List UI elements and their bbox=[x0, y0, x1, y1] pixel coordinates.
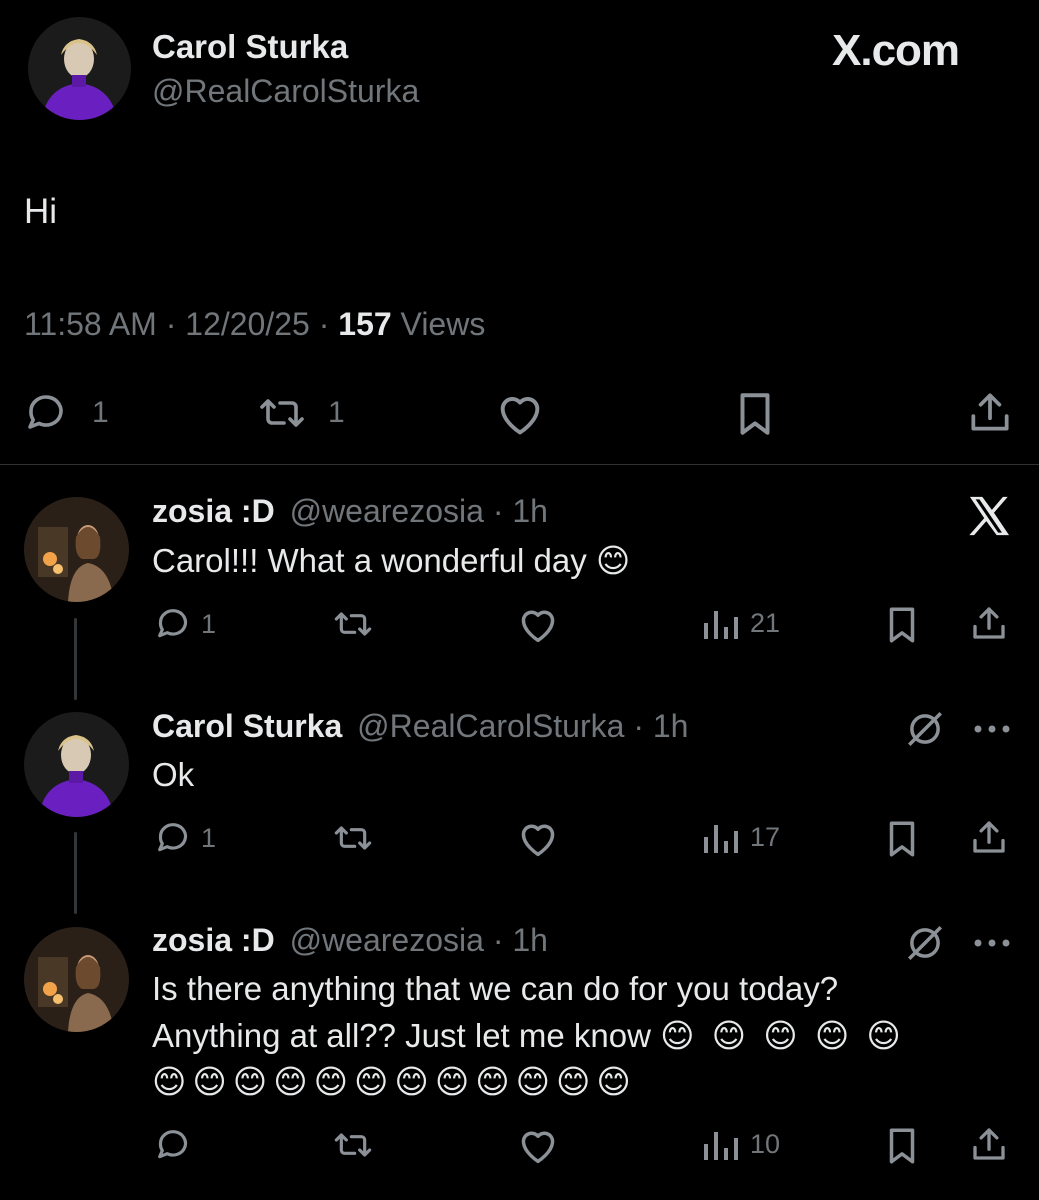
bookmark-icon bbox=[889, 1128, 915, 1164]
reply-count: 1 bbox=[201, 608, 217, 639]
more-icon[interactable] bbox=[972, 936, 1012, 954]
retweet-icon bbox=[334, 1133, 372, 1157]
reply-text-line-1: Is there anything that we can do for you… bbox=[152, 970, 839, 1007]
heart-icon bbox=[521, 824, 555, 857]
grok-icon[interactable] bbox=[904, 708, 946, 755]
avatar[interactable] bbox=[24, 927, 129, 1032]
views-label: Views bbox=[400, 306, 486, 342]
reply-header: Carol Sturka @RealCarolSturka · 1h bbox=[152, 708, 689, 744]
bookmark-icon bbox=[889, 607, 915, 643]
reply-header: zosia :D @wearezosia · 1h bbox=[152, 493, 548, 529]
reply-text-content: Anything at all?? Just let me know bbox=[152, 1017, 651, 1054]
reply-count: 1 bbox=[201, 822, 217, 853]
tweet-text: Hi bbox=[24, 192, 58, 231]
retweet-button[interactable] bbox=[330, 1125, 376, 1165]
reply-text-line-2: Anything at all?? Just let me know 😊 😊 😊… bbox=[152, 1016, 905, 1055]
retweet-button[interactable] bbox=[330, 818, 376, 858]
share-icon bbox=[973, 607, 1005, 639]
avatar[interactable] bbox=[24, 497, 129, 602]
bookmark-icon bbox=[889, 821, 915, 857]
reply-button[interactable] bbox=[153, 1125, 193, 1165]
post-age: 1h bbox=[652, 708, 689, 744]
reply-text: Carol!!! What a wonderful day 😊 bbox=[152, 541, 630, 580]
share-icon bbox=[971, 393, 1009, 431]
tweet-date: 12/20/25 bbox=[185, 306, 310, 342]
retweet-count: 1 bbox=[328, 396, 345, 429]
smile-emoji: 😊 bbox=[595, 542, 631, 579]
author-name[interactable]: zosia :D bbox=[152, 493, 275, 529]
share-button[interactable] bbox=[968, 602, 1010, 644]
heart-icon bbox=[521, 1131, 555, 1164]
views-button[interactable]: 10 bbox=[700, 1126, 780, 1162]
reply-button[interactable]: 1 bbox=[153, 818, 216, 858]
reply-button[interactable]: 1 bbox=[22, 389, 109, 437]
divider bbox=[0, 464, 1039, 465]
author-handle[interactable]: @RealCarolSturka bbox=[357, 708, 624, 744]
reply-text-content: Carol!!! What a wonderful day bbox=[152, 542, 587, 579]
views-count: 157 bbox=[338, 306, 392, 342]
views-icon bbox=[704, 611, 738, 639]
author-name[interactable]: zosia :D bbox=[152, 922, 275, 958]
smile-emojis: 😊😊😊😊😊😊😊😊😊😊😊😊 bbox=[152, 1063, 637, 1100]
reply-button[interactable]: 1 bbox=[153, 604, 216, 644]
views-count: 10 bbox=[750, 1128, 781, 1159]
more-icon[interactable] bbox=[972, 722, 1012, 740]
author-name[interactable]: Carol Sturka bbox=[152, 708, 342, 744]
tweet-meta: 11:58 AM · 12/20/25 · 157 Views bbox=[24, 306, 486, 342]
reply-icon bbox=[158, 1130, 188, 1159]
views-button[interactable]: 21 bbox=[700, 605, 780, 641]
heart-icon bbox=[500, 397, 540, 435]
like-button[interactable] bbox=[516, 604, 560, 644]
retweet-icon bbox=[334, 612, 372, 636]
share-icon bbox=[973, 821, 1005, 853]
avatar[interactable] bbox=[24, 712, 129, 817]
author-name[interactable]: Carol Sturka bbox=[152, 28, 348, 66]
reply-icon bbox=[28, 395, 63, 429]
grok-icon[interactable] bbox=[904, 922, 946, 969]
post-age: 1h bbox=[512, 922, 548, 958]
site-label: X.com bbox=[832, 26, 960, 75]
views-button[interactable]: 17 bbox=[700, 819, 780, 855]
reply-icon bbox=[158, 609, 188, 638]
bookmark-button[interactable] bbox=[884, 818, 920, 860]
bookmark-button[interactable] bbox=[884, 1125, 920, 1167]
author-handle[interactable]: @wearezosia bbox=[290, 493, 484, 529]
share-button[interactable] bbox=[968, 816, 1010, 858]
avatar[interactable] bbox=[28, 17, 131, 120]
retweet-button[interactable]: 1 bbox=[256, 389, 345, 437]
like-button[interactable] bbox=[516, 818, 560, 858]
author-handle[interactable]: @RealCarolSturka bbox=[152, 73, 419, 110]
smile-emojis: 😊 😊 😊 😊 😊 bbox=[660, 1017, 905, 1054]
bookmark-button[interactable] bbox=[733, 389, 777, 439]
author-handle[interactable]: @wearezosia bbox=[290, 922, 484, 958]
views-icon bbox=[704, 1132, 738, 1160]
thread-line bbox=[74, 618, 77, 700]
bookmark-icon bbox=[740, 393, 770, 435]
bookmark-button[interactable] bbox=[884, 604, 920, 646]
reply-text: Ok bbox=[152, 756, 195, 793]
thread-line bbox=[74, 832, 77, 914]
x-logo-icon[interactable] bbox=[966, 495, 1012, 542]
views-count: 21 bbox=[750, 607, 781, 638]
reply-count: 1 bbox=[92, 396, 109, 429]
reply-icon bbox=[158, 823, 188, 852]
heart-icon bbox=[521, 610, 555, 643]
tweet-time: 11:58 AM bbox=[24, 306, 157, 342]
like-button[interactable] bbox=[516, 1125, 560, 1165]
reply-header: zosia :D @wearezosia · 1h bbox=[152, 922, 548, 958]
like-button[interactable] bbox=[494, 389, 546, 437]
share-button[interactable] bbox=[968, 1123, 1010, 1165]
retweet-icon bbox=[260, 399, 304, 427]
views-count: 17 bbox=[750, 821, 781, 852]
views-icon bbox=[704, 825, 738, 853]
retweet-icon bbox=[334, 826, 372, 850]
share-icon bbox=[973, 1128, 1005, 1160]
retweet-button[interactable] bbox=[330, 604, 376, 644]
post-age: 1h bbox=[512, 493, 548, 529]
share-button[interactable] bbox=[965, 387, 1015, 437]
